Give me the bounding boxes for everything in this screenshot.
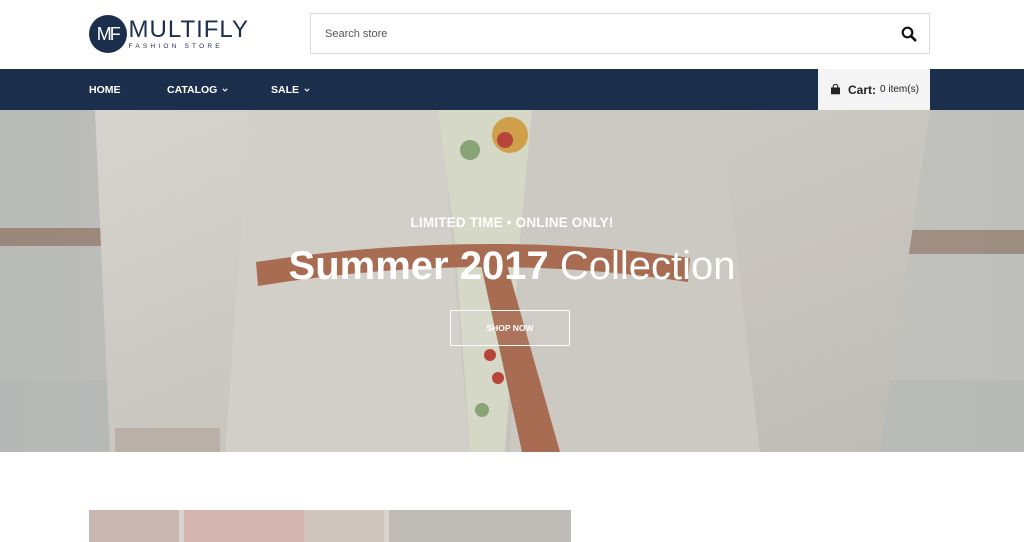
logo-name: MULTIFLY — [128, 16, 249, 43]
hero-title-bold: Summer 2017 — [288, 244, 549, 288]
logo-mark: MF — [89, 15, 127, 53]
logo-tagline: FASHION STORE — [128, 43, 223, 50]
store-logo[interactable]: MF MULTIFLY FASHION STORE — [89, 14, 249, 54]
shop-now-button[interactable]: SHOP NOW — [450, 310, 570, 346]
hero-banner: LIMITED TIME • ONLINE ONLY! Summer 2017 … — [0, 110, 1024, 452]
promo-photo — [89, 510, 571, 542]
nav-item-sale[interactable]: SALE — [271, 69, 310, 110]
logo-text: MULTIFLY FASHION STORE — [128, 16, 249, 51]
site-header: MF MULTIFLY FASHION STORE — [0, 0, 1024, 69]
nav-item-label: CATALOG — [167, 83, 218, 96]
nav-item-label: HOME — [89, 83, 121, 96]
search-bar — [310, 13, 930, 54]
hero-content: LIMITED TIME • ONLINE ONLY! Summer 2017 … — [0, 110, 1024, 452]
shopping-bag-icon — [831, 84, 840, 95]
cart-label: Cart: — [848, 82, 877, 97]
cart-count: 0 item(s) — [880, 84, 919, 95]
nav-item-label: SALE — [271, 83, 300, 96]
promo-image[interactable] — [89, 510, 571, 542]
search-input[interactable] — [311, 14, 871, 53]
chevron-down-icon — [304, 87, 310, 92]
search-icon[interactable] — [901, 26, 917, 42]
nav-item-catalog[interactable]: CATALOG — [167, 69, 228, 110]
hero-title-light: Collection — [559, 244, 736, 288]
hero-title: Summer 2017 Collection — [0, 240, 1024, 292]
chevron-down-icon — [222, 87, 228, 92]
cart-button[interactable]: Cart: 0 item(s) — [818, 69, 930, 110]
nav-item-home[interactable]: HOME — [89, 69, 121, 110]
hero-eyebrow: LIMITED TIME • ONLINE ONLY! — [410, 215, 614, 230]
